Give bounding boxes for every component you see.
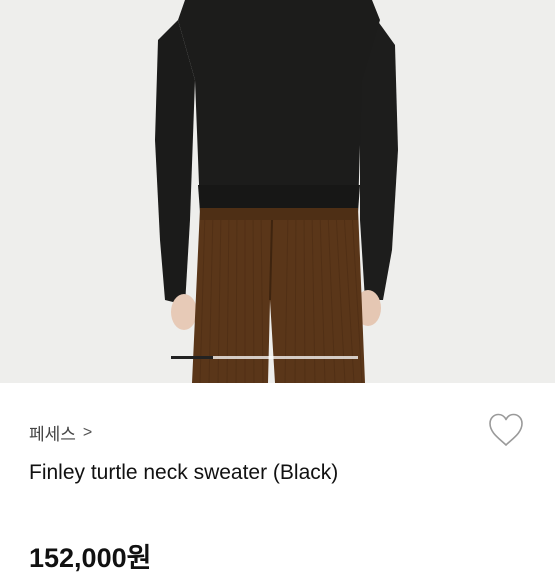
- brand-link[interactable]: 페세스 >: [29, 420, 92, 445]
- like-button[interactable]: [487, 412, 525, 448]
- gallery-pager: [171, 356, 358, 359]
- product-image[interactable]: [0, 0, 555, 383]
- chevron-right-icon: >: [82, 423, 93, 441]
- product-title: Finley turtle neck sweater (Black): [29, 461, 339, 484]
- gallery-pager-active: [171, 356, 213, 359]
- product-price: 152,000원: [29, 543, 152, 573]
- brand-name: 페세스: [29, 425, 76, 444]
- heart-outline-icon: [489, 413, 523, 446]
- product-photo-illustration: [0, 0, 555, 383]
